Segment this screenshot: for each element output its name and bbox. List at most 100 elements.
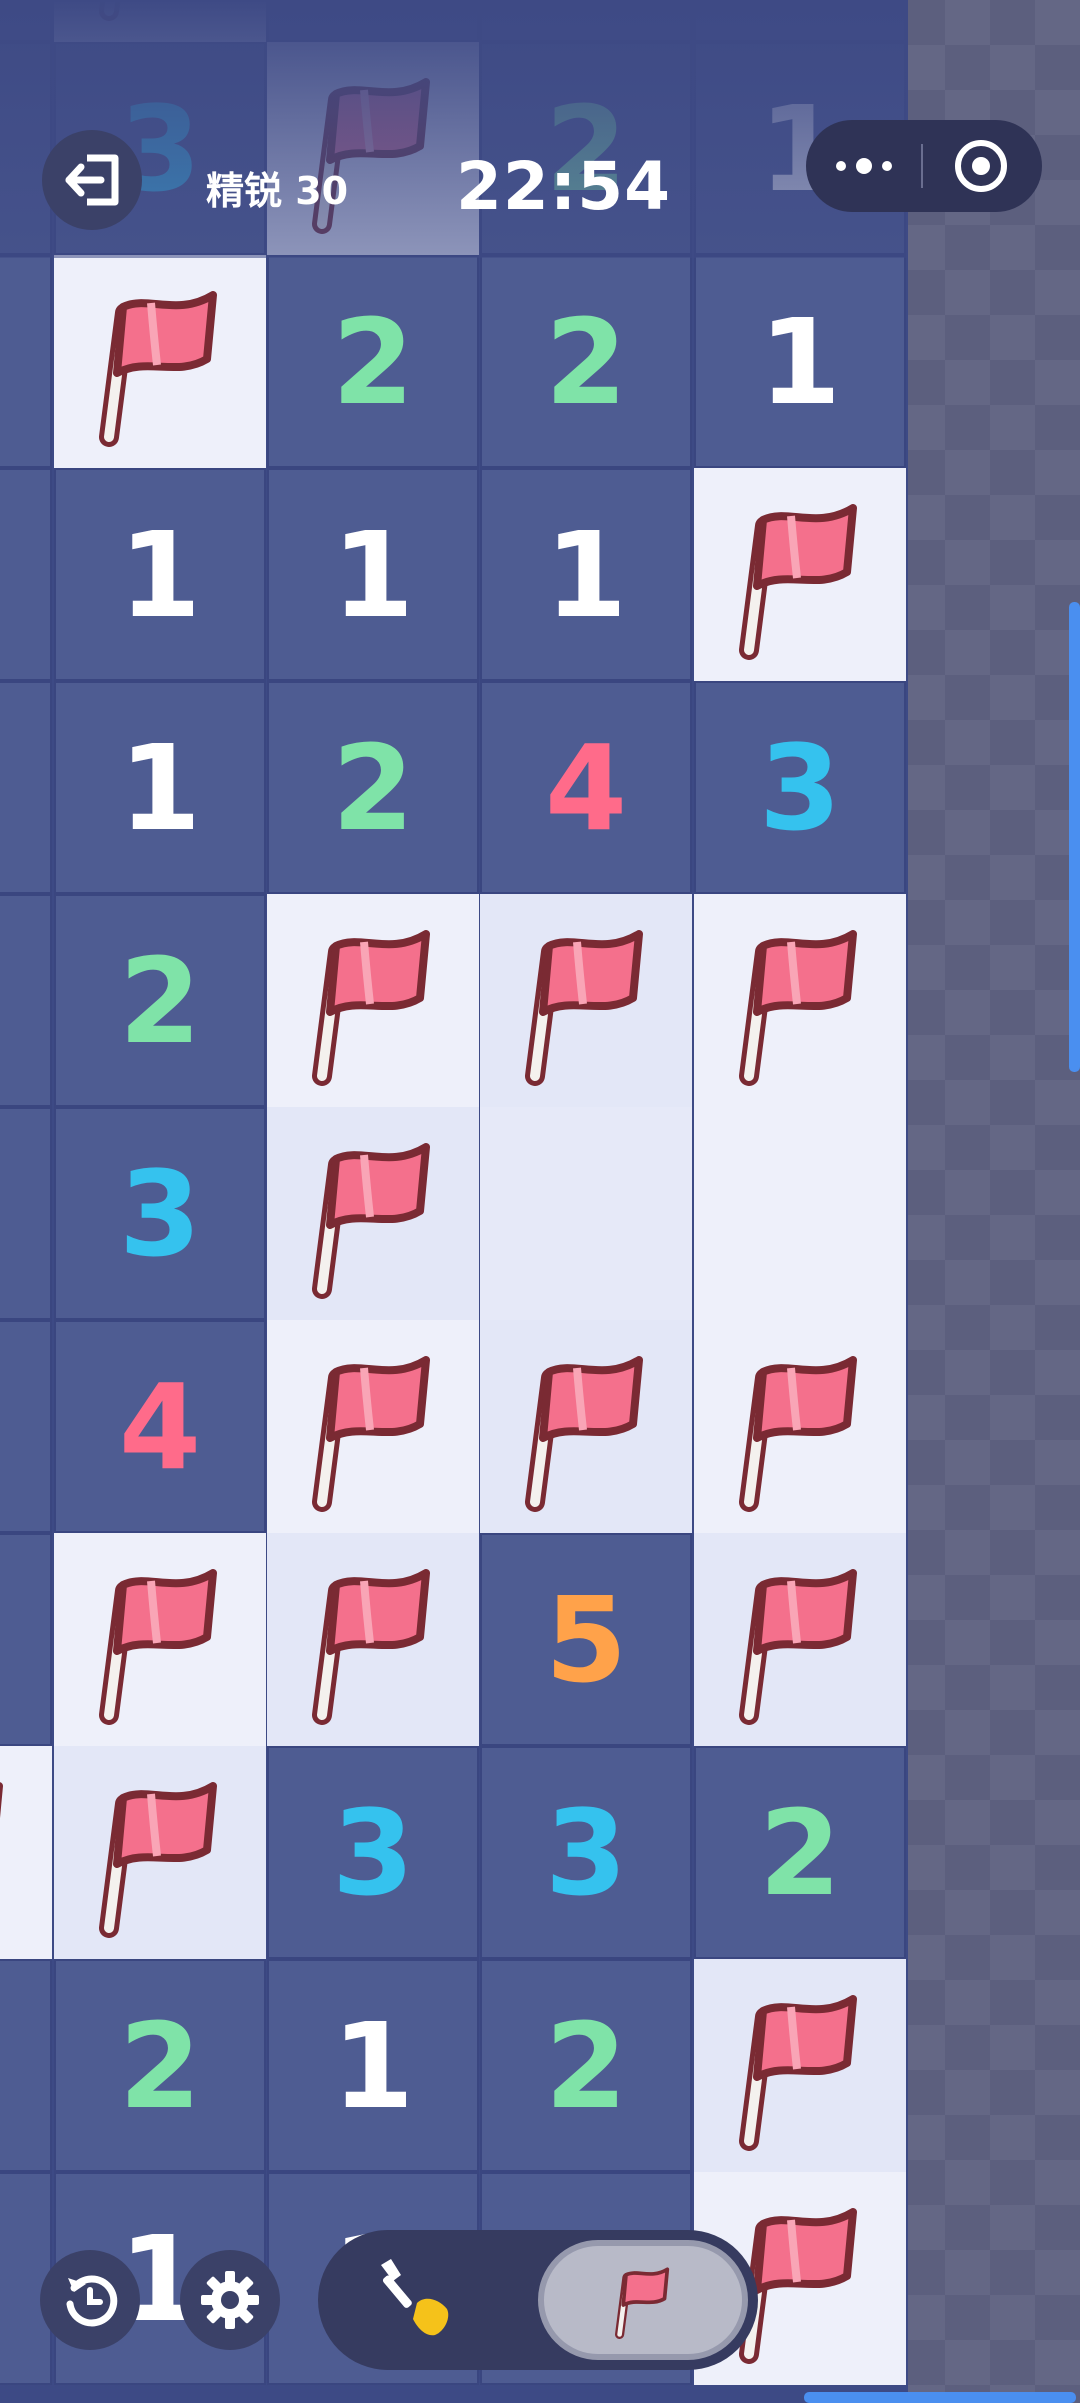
cell-number: 3 <box>331 1783 415 1922</box>
revealed-cell[interactable]: 4 <box>54 1320 266 1533</box>
exit-icon <box>65 154 119 206</box>
flagged-cell[interactable] <box>694 468 906 681</box>
shovel-icon <box>381 2259 449 2336</box>
target-icon <box>954 140 1007 192</box>
revealed-cell[interactable]: 2 <box>0 1533 52 1746</box>
revealed-cell[interactable]: 1 <box>480 468 692 681</box>
flag-icon <box>99 1781 217 1938</box>
cell-number: 3 <box>758 718 842 857</box>
cell-number: 2 <box>118 1996 202 2135</box>
flag-icon <box>739 1568 857 1725</box>
exit-button[interactable] <box>42 130 142 230</box>
unrevealed-cell[interactable] <box>480 1107 692 1320</box>
flagged-cell[interactable] <box>54 255 266 468</box>
revealed-cell[interactable]: 2 <box>267 681 479 894</box>
revealed-cell[interactable]: 3 <box>54 1107 266 1320</box>
mini-program-capsule <box>806 120 1042 212</box>
revealed-cell[interactable]: 1 <box>0 1959 52 2172</box>
dig-mode-button[interactable] <box>358 2250 478 2350</box>
cell-number: 1 <box>118 505 202 644</box>
flag-icon <box>525 929 643 1086</box>
revealed-cell[interactable]: 1 <box>0 468 52 681</box>
revealed-cell[interactable]: 2 <box>480 1959 692 2172</box>
flagged-cell[interactable] <box>267 1320 479 1533</box>
revealed-cell[interactable]: 5 <box>480 1533 692 1746</box>
cell-number: 1 <box>331 505 415 644</box>
cell-number: 2 <box>544 1996 628 2135</box>
mode-toggle[interactable] <box>318 2230 758 2370</box>
revealed-cell[interactable]: 2 <box>480 255 692 468</box>
header-overlay <box>0 0 908 258</box>
revealed-cell[interactable]: 1 <box>0 255 52 468</box>
flag-icon <box>739 1355 857 1512</box>
revealed-cell[interactable]: 1 <box>694 255 906 468</box>
gear-icon <box>201 2271 259 2329</box>
cell-number: 3 <box>118 1144 202 1283</box>
difficulty-label: 精锐 30 <box>206 169 349 213</box>
restart-button[interactable] <box>40 2250 140 2350</box>
cell-number: 2 <box>331 292 415 431</box>
revealed-cell[interactable]: 3 <box>480 1746 692 1959</box>
restart-icon <box>66 2275 118 2327</box>
revealed-cell[interactable]: 2 <box>694 1746 906 1959</box>
revealed-cell[interactable]: 1 <box>0 894 52 1107</box>
flagged-cell[interactable] <box>267 894 479 1107</box>
cell-number: 1 <box>758 292 842 431</box>
minesweeper-board[interactable]: 3211132112211111112431213242533212121111 <box>0 0 908 2403</box>
revealed-cell[interactable]: 3 <box>694 681 906 894</box>
settings-button[interactable] <box>180 2250 280 2350</box>
revealed-cell[interactable]: 1 <box>267 1959 479 2172</box>
game-timer: 22:54 <box>456 148 672 225</box>
flag-icon <box>525 1355 643 1512</box>
cell-number: 2 <box>544 292 628 431</box>
flag-mode-button[interactable] <box>538 2240 748 2360</box>
flag-icon <box>312 1355 430 1512</box>
horizontal-scrollbar[interactable] <box>804 2392 1076 2403</box>
cell-number: 1 <box>544 505 628 644</box>
more-menu-button[interactable] <box>806 120 921 212</box>
revealed-cell[interactable]: 3 <box>267 1746 479 1959</box>
revealed-cell[interactable]: 1 <box>54 681 266 894</box>
flag-icon <box>739 503 857 660</box>
flagged-cell[interactable] <box>0 1746 52 1959</box>
close-mini-program-button[interactable] <box>923 120 1038 212</box>
flagged-cell[interactable] <box>694 1320 906 1533</box>
flag-icon <box>312 929 430 1086</box>
flagged-cell[interactable] <box>267 1107 479 1320</box>
cell-number: 1 <box>118 718 202 857</box>
flagged-cell[interactable] <box>54 1746 266 1959</box>
cell-number: 1 <box>331 1996 415 2135</box>
flag-icon <box>0 1781 3 1818</box>
flagged-cell[interactable] <box>480 894 692 1107</box>
vertical-scrollbar[interactable] <box>1069 602 1080 1072</box>
flagged-cell[interactable] <box>267 1533 479 1746</box>
revealed-cell[interactable]: 1 <box>0 681 52 894</box>
revealed-cell[interactable]: 2 <box>54 894 266 1107</box>
revealed-cell[interactable]: 1 <box>54 468 266 681</box>
revealed-cell[interactable]: 4 <box>480 681 692 894</box>
flag-icon <box>312 1142 430 1299</box>
flag-mode-icon <box>615 2267 670 2339</box>
flag-icon <box>739 1994 857 2151</box>
revealed-cell[interactable]: 2 <box>54 1959 266 2172</box>
revealed-cell[interactable]: 1 <box>0 1107 52 1320</box>
cell-number: 5 <box>544 1570 628 1709</box>
cell-number: 2 <box>331 718 415 857</box>
cell-number: 4 <box>118 1357 202 1496</box>
flagged-cell[interactable] <box>694 1533 906 1746</box>
flag-icon <box>739 929 857 1086</box>
cell-number: 4 <box>544 718 628 857</box>
flagged-cell[interactable] <box>480 1320 692 1533</box>
revealed-cell[interactable]: 2 <box>267 255 479 468</box>
cell-number: 3 <box>544 1783 628 1922</box>
flagged-cell[interactable] <box>54 1533 266 1746</box>
revealed-cell[interactable]: 1 <box>267 468 479 681</box>
unrevealed-cell[interactable] <box>694 1107 906 1320</box>
flag-icon <box>99 290 217 447</box>
more-dots-icon <box>835 158 892 174</box>
flagged-cell[interactable] <box>694 1959 906 2172</box>
flag-icon <box>312 1568 430 1725</box>
cell-number: 2 <box>758 1783 842 1922</box>
revealed-cell[interactable]: 2 <box>0 1320 52 1533</box>
flagged-cell[interactable] <box>694 894 906 1107</box>
